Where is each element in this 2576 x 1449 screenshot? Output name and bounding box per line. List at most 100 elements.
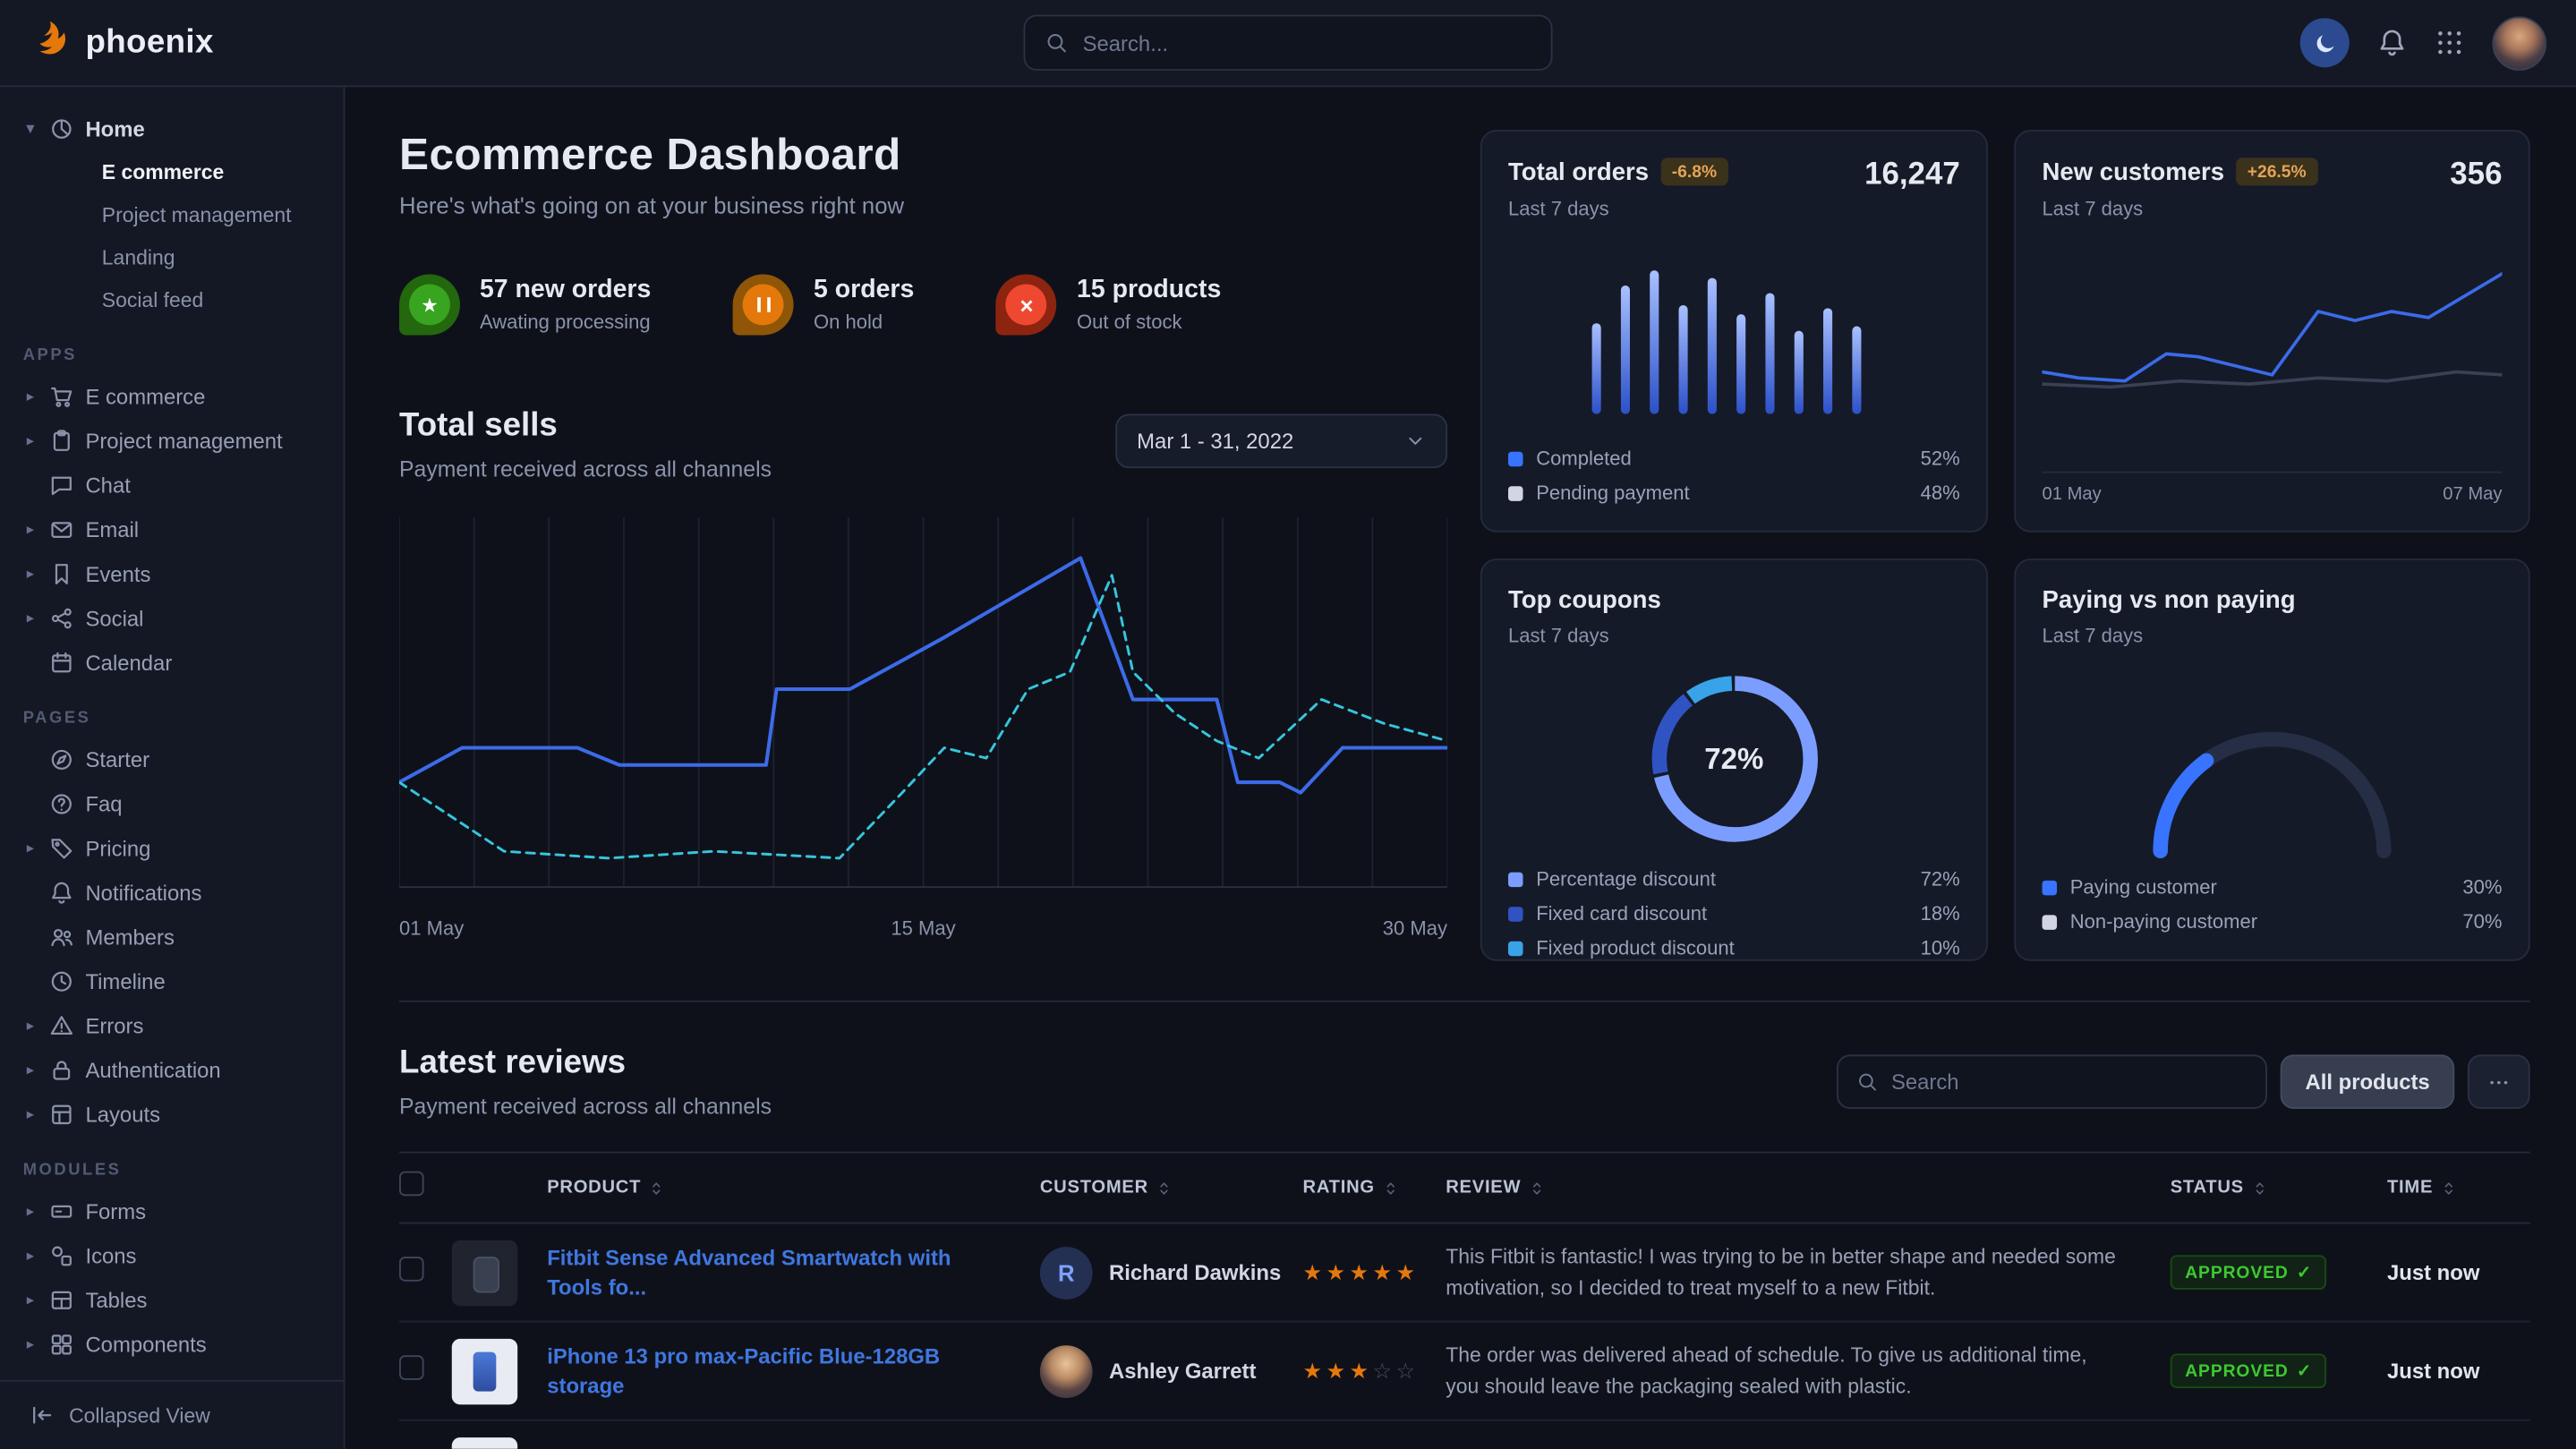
search-input[interactable] <box>1083 30 1531 55</box>
sidebar-item-home[interactable]: ▾ Home <box>23 107 320 151</box>
sidebar-item-faq[interactable]: Faq <box>23 782 320 827</box>
product-image[interactable] <box>452 1240 517 1305</box>
column-header-review[interactable]: REVIEW <box>1446 1178 2170 1198</box>
check-icon: ✓ <box>2297 1263 2312 1283</box>
sidebar-item-notifications[interactable]: Notifications <box>23 871 320 916</box>
sidebar-item-starter[interactable]: Starter <box>23 737 320 782</box>
sidebar-item-app-social[interactable]: ▸ Social <box>23 596 320 641</box>
sidebar-item-icons[interactable]: ▸ Icons <box>23 1233 320 1278</box>
more-options-button[interactable] <box>2468 1054 2530 1109</box>
sidebar-section-apps: APPS <box>23 346 320 364</box>
users-icon <box>49 925 74 950</box>
chat-icon <box>49 473 74 499</box>
sidebar-item-landing[interactable]: Landing <box>23 236 320 279</box>
select-all-checkbox[interactable] <box>399 1172 424 1197</box>
sidebar-item-app-ecommerce[interactable]: ▸ E commerce <box>23 374 320 419</box>
date-range-select[interactable]: Mar 1 - 31, 2022 <box>1115 414 1447 469</box>
column-header-product[interactable]: PRODUCT <box>547 1178 1040 1198</box>
caret-right-icon: ▸ <box>23 1247 38 1265</box>
sidebar-item-e-commerce[interactable]: E commerce <box>23 151 320 194</box>
new-customers-card: New customers+26.5% Last 7 days 356 01 M… <box>2014 130 2529 533</box>
caret-right-icon: ▸ <box>23 1017 38 1035</box>
sidebar-item-timeline[interactable]: Timeline <box>23 959 320 1004</box>
brand-name: phoenix <box>85 24 213 62</box>
x-axis-ticks: 01 May 15 May 30 May <box>399 916 1447 940</box>
ellipsis-icon <box>2487 1070 2511 1094</box>
row-checkbox[interactable] <box>399 1256 424 1281</box>
sidebar-item-app-project-management[interactable]: ▸ Project management <box>23 419 320 464</box>
customer-cell[interactable]: R Richard Dawkins <box>1040 1246 1303 1299</box>
customer-name: Richard Dawkins <box>1109 1260 1281 1285</box>
sidebar-item-errors[interactable]: ▸ Errors <box>23 1003 320 1048</box>
envelope-icon <box>49 517 74 542</box>
phoenix-logo-icon <box>30 18 71 67</box>
caret-right-icon: ▸ <box>23 1291 38 1309</box>
product-link[interactable]: iPhone 13 pro max-Pacific Blue-128GB sto… <box>547 1342 1040 1400</box>
sidebar-section-pages: PAGES <box>23 710 320 728</box>
sidebar-item-app-email[interactable]: ▸ Email <box>23 507 320 552</box>
caret-right-icon: ▸ <box>23 432 38 450</box>
stat-new-orders: ★ 57 new orders Awating processing <box>399 275 651 336</box>
user-avatar[interactable] <box>2492 15 2546 70</box>
review-text: This Fitbit is fantastic! I was trying t… <box>1446 1241 2170 1303</box>
dark-mode-toggle[interactable] <box>2300 18 2350 67</box>
tag-icon <box>49 836 74 861</box>
sidebar-item-forms[interactable]: ▸ Forms <box>23 1189 320 1234</box>
sidebar-item-app-calendar[interactable]: Calendar <box>23 641 320 686</box>
compass-icon <box>49 747 74 772</box>
sidebar-item-members[interactable]: Members <box>23 915 320 959</box>
gauge-arc <box>2161 761 2206 851</box>
sidebar-item-project-management[interactable]: Project management <box>23 194 320 237</box>
clipboard-icon <box>49 429 74 454</box>
grid-icon <box>2435 28 2464 57</box>
apps-menu-button[interactable] <box>2435 28 2464 57</box>
reviews-subtitle: Payment received across all channels <box>399 1094 1837 1119</box>
new-customers-value: 356 <box>2450 158 2502 193</box>
product-image[interactable] <box>452 1338 517 1403</box>
chevron-down-icon <box>1404 430 1426 452</box>
collapsed-view-toggle[interactable]: Collapsed View <box>0 1380 344 1449</box>
bar <box>1736 313 1744 413</box>
row-checkbox[interactable] <box>399 1354 424 1379</box>
total-sells-chart: 01 May 15 May 30 May <box>399 507 1447 940</box>
search-icon <box>1856 1071 1878 1093</box>
shapes-icon <box>49 1243 74 1268</box>
legend-item: Paying customer 30% <box>2043 875 2503 899</box>
notifications-button[interactable] <box>2377 28 2407 57</box>
customer-cell[interactable]: Ashley Garrett <box>1040 1344 1303 1397</box>
all-products-button[interactable]: All products <box>2281 1054 2454 1109</box>
star-icon: ★ <box>399 275 460 336</box>
column-header-customer[interactable]: CUSTOMER <box>1040 1178 1303 1198</box>
sidebar-item-app-events[interactable]: ▸ Events <box>23 552 320 597</box>
sidebar-item-components[interactable]: ▸ Components <box>23 1323 320 1368</box>
quick-stats: ★ 57 new orders Awating processing 5 ord… <box>399 275 1447 336</box>
sidebar-item-social-feed[interactable]: Social feed <box>23 279 320 322</box>
column-header-status[interactable]: STATUS <box>2171 1178 2387 1198</box>
sidebar-item-pricing[interactable]: ▸ Pricing <box>23 826 320 871</box>
sidebar-item-app-chat[interactable]: Chat <box>23 464 320 508</box>
column-header-rating[interactable]: RATING <box>1303 1178 1446 1198</box>
question-circle-icon <box>49 792 74 817</box>
product-link[interactable]: Fitbit Sense Advanced Smartwatch with To… <box>547 1243 1040 1300</box>
bar <box>1649 269 1658 413</box>
column-header-time[interactable]: TIME <box>2387 1178 2532 1198</box>
bar <box>1794 330 1803 413</box>
customer-name: Ashley Garrett <box>1109 1359 1256 1384</box>
page-subtitle: Here's what's going on at your business … <box>399 192 1447 218</box>
caret-right-icon: ▸ <box>23 521 38 539</box>
series-line <box>2043 273 2503 380</box>
form-icon <box>49 1199 74 1224</box>
reviews-title: Latest reviews <box>399 1044 1837 1082</box>
sidebar-item-layouts[interactable]: ▸ Layouts <box>23 1093 320 1138</box>
sidebar-item-authentication[interactable]: ▸ Authentication <box>23 1048 320 1093</box>
sort-icon <box>1528 1179 1546 1197</box>
sidebar-item-tables[interactable]: ▸ Tables <box>23 1278 320 1323</box>
product-image[interactable] <box>452 1436 517 1449</box>
bar <box>1678 304 1687 413</box>
brand-logo[interactable]: phoenix <box>30 18 214 67</box>
reviews-search-input[interactable] <box>1891 1070 2248 1095</box>
time-text: Just now <box>2387 1359 2532 1384</box>
total-sells-subtitle: Payment received across all channels <box>399 456 772 482</box>
rating-stars: ★★★★★ <box>1303 1259 1446 1285</box>
customers-line-chart <box>2043 252 2503 431</box>
